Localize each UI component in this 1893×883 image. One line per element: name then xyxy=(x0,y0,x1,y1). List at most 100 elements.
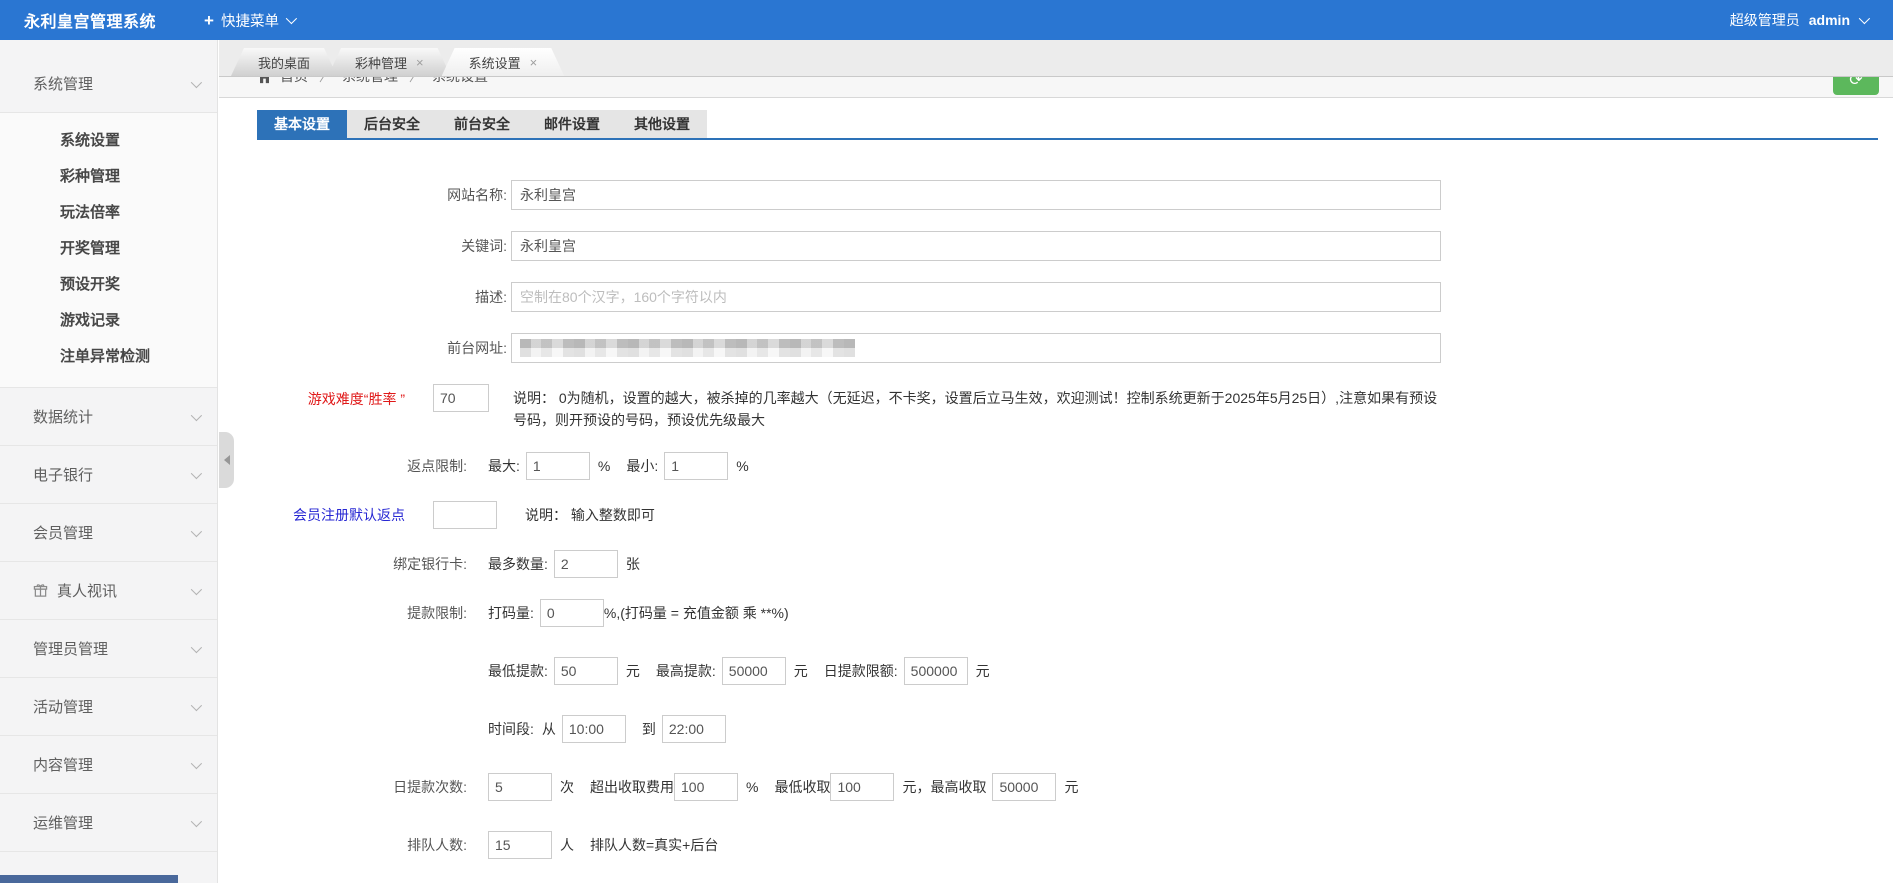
tab-system-settings[interactable]: 系统设置 × xyxy=(442,48,565,76)
queue-note: 排队人数=真实+后台 xyxy=(590,837,719,853)
unit-ci: 次 xyxy=(560,779,574,795)
difficulty-input[interactable] xyxy=(433,384,489,412)
excess-fee-input[interactable] xyxy=(674,773,738,801)
sidebar-group-label: 真人视讯 xyxy=(57,583,118,600)
sidebar-group-live-video[interactable]: 真人视讯 xyxy=(0,562,217,619)
tab-label: 我的桌面 xyxy=(258,55,311,71)
user-menu[interactable]: 超级管理员 admin xyxy=(1730,10,1871,30)
sidebar-group-activities[interactable]: 活动管理 xyxy=(0,678,217,735)
bank-card-label: 绑定银行卡: xyxy=(393,556,467,572)
sidebar-group-operations[interactable]: 运维管理 xyxy=(0,794,217,851)
chevron-down-icon xyxy=(190,699,203,711)
keywords-input[interactable] xyxy=(511,231,1441,261)
excess-fee-label: 超出收取费用 xyxy=(590,779,674,795)
site-name-input[interactable] xyxy=(511,180,1441,210)
description-input[interactable] xyxy=(511,282,1441,312)
max-withdraw-input[interactable] xyxy=(721,657,786,685)
basic-settings-form: 网站名称: 关键词: 描述: 前台网址: 游戏难度“胜率 xyxy=(257,140,1878,859)
sidebar-group-content[interactable]: 内容管理 xyxy=(0,736,217,793)
turnover-input[interactable] xyxy=(539,599,604,627)
withdraw-limit-label: 提款限制: xyxy=(407,605,467,621)
sidebar-group-admins[interactable]: 管理员管理 xyxy=(0,620,217,677)
sidebar-item-lottery-management[interactable]: 彩种管理 xyxy=(0,159,217,195)
min-withdraw-input[interactable] xyxy=(553,657,618,685)
sidebar-item-system-settings[interactable]: 系统设置 xyxy=(0,123,217,159)
withdraw-amounts-row: 最低提款: 元 最高提款: 元 日提款限额: 元 xyxy=(257,657,1878,685)
rebate-min-input[interactable] xyxy=(664,452,729,480)
sidebar-group-label: 运维管理 xyxy=(33,815,94,832)
keywords-label: 关键词: xyxy=(461,238,507,254)
chevron-down-icon xyxy=(190,525,203,537)
top-bar: 永利皇宫管理系统 + 快捷菜单 超级管理员 admin xyxy=(0,0,1893,40)
sidebar-group-ebank[interactable]: 电子银行 xyxy=(0,446,217,503)
tab-lottery-management[interactable]: 彩种管理 × xyxy=(328,48,451,76)
sidebar-item-preset-draw[interactable]: 预设开奖 xyxy=(0,267,217,303)
window-tab-bar: 我的桌面 彩种管理 × 系统设置 × xyxy=(219,40,1893,77)
difficulty-label: 游戏难度“胜率 ” xyxy=(307,391,405,407)
quick-menu-button[interactable]: + 快捷菜单 xyxy=(204,10,298,31)
tab-backend-security[interactable]: 后台安全 xyxy=(347,110,437,138)
default-rebate-link[interactable]: 会员注册默认返点 xyxy=(257,505,405,525)
chevron-down-icon xyxy=(190,409,203,421)
queue-label: 排队人数: xyxy=(407,837,467,853)
tab-frontend-security[interactable]: 前台安全 xyxy=(437,110,527,138)
min-withdraw-label: 最低提款: xyxy=(488,663,548,679)
max-fee-input[interactable] xyxy=(992,773,1057,801)
description-row: 描述: xyxy=(257,282,1878,312)
daily-counts-label: 日提款次数: xyxy=(393,779,467,795)
tab-my-desktop[interactable]: 我的桌面 xyxy=(231,48,337,76)
rebate-min-label: 最小: xyxy=(626,458,659,474)
sidebar-group-label: 内容管理 xyxy=(33,757,94,774)
bank-card-count-input[interactable] xyxy=(553,550,618,578)
rebate-max-label: 最大: xyxy=(488,458,520,474)
unit-ren: 人 xyxy=(560,837,574,853)
sidebar-item-bet-anomaly[interactable]: 注单异常检测 xyxy=(0,339,217,375)
chevron-down-icon xyxy=(285,12,298,25)
sidebar-group-statistics[interactable]: 数据统计 xyxy=(0,388,217,445)
unit-yuan: 元 xyxy=(793,663,808,679)
tab-mail-settings[interactable]: 邮件设置 xyxy=(527,110,617,138)
queue-row: 排队人数: 人 排队人数=真实+后台 xyxy=(257,831,1878,859)
close-icon[interactable]: × xyxy=(416,56,424,69)
max-withdraw-label: 最高提款: xyxy=(655,663,716,679)
queue-input[interactable] xyxy=(488,831,552,859)
plus-icon: + xyxy=(204,10,214,30)
daily-counts-input[interactable] xyxy=(488,773,552,801)
sidebar-group-members[interactable]: 会员管理 xyxy=(0,504,217,561)
difficulty-note: 说明： 0为随机，设置的越大，被杀掉的几率越大（无延迟，不卡奖，设置后立马生效，… xyxy=(513,390,1438,428)
daily-limit-input[interactable] xyxy=(903,657,968,685)
sidebar-group-system[interactable]: 系统管理 xyxy=(0,55,217,112)
site-url-input[interactable] xyxy=(511,333,1441,363)
rebate-limit-label: 返点限制: xyxy=(407,458,467,474)
time-from-label: 从 xyxy=(541,721,556,737)
sidebar-group-label: 电子银行 xyxy=(33,467,94,484)
bank-card-row: 绑定银行卡: 最多数量: 张 xyxy=(257,550,1878,578)
difficulty-row: 游戏难度“胜率 ” 说明： 0为随机，设置的越大，被杀掉的几率越大（无延迟，不卡… xyxy=(257,384,1878,431)
sidebar-collapse-handle[interactable] xyxy=(219,432,234,488)
sidebar-item-play-odds[interactable]: 玩法倍率 xyxy=(0,195,217,231)
tab-other-settings[interactable]: 其他设置 xyxy=(617,110,707,138)
redacted-site-url xyxy=(520,339,855,357)
time-to-label: 到 xyxy=(641,721,656,737)
sidebar-item-draw-management[interactable]: 开奖管理 xyxy=(0,231,217,267)
chevron-down-icon xyxy=(1858,12,1871,25)
time-range-label: 时间段: xyxy=(488,721,534,737)
chevron-down-icon xyxy=(190,467,203,479)
tab-label: 系统设置 xyxy=(468,55,521,71)
username: admin xyxy=(1808,12,1850,28)
tab-basic-settings[interactable]: 基本设置 xyxy=(257,110,347,138)
close-icon[interactable]: × xyxy=(530,56,538,69)
min-fee-input[interactable] xyxy=(830,773,895,801)
rebate-max-input[interactable] xyxy=(525,452,590,480)
time-from-input[interactable] xyxy=(561,715,626,743)
percent-unit: % xyxy=(597,458,611,474)
chevron-down-icon xyxy=(190,76,203,88)
site-name-row: 网站名称: xyxy=(257,180,1878,210)
percent-unit: % xyxy=(736,458,749,474)
mid-fee-label: 元，最高收取 xyxy=(902,779,987,795)
app-title: 永利皇宫管理系统 xyxy=(24,14,157,31)
sidebar-item-game-records[interactable]: 游戏记录 xyxy=(0,303,217,339)
daily-limit-label: 日提款限额: xyxy=(823,663,898,679)
default-rebate-input[interactable] xyxy=(433,501,497,529)
time-to-input[interactable] xyxy=(661,715,726,743)
